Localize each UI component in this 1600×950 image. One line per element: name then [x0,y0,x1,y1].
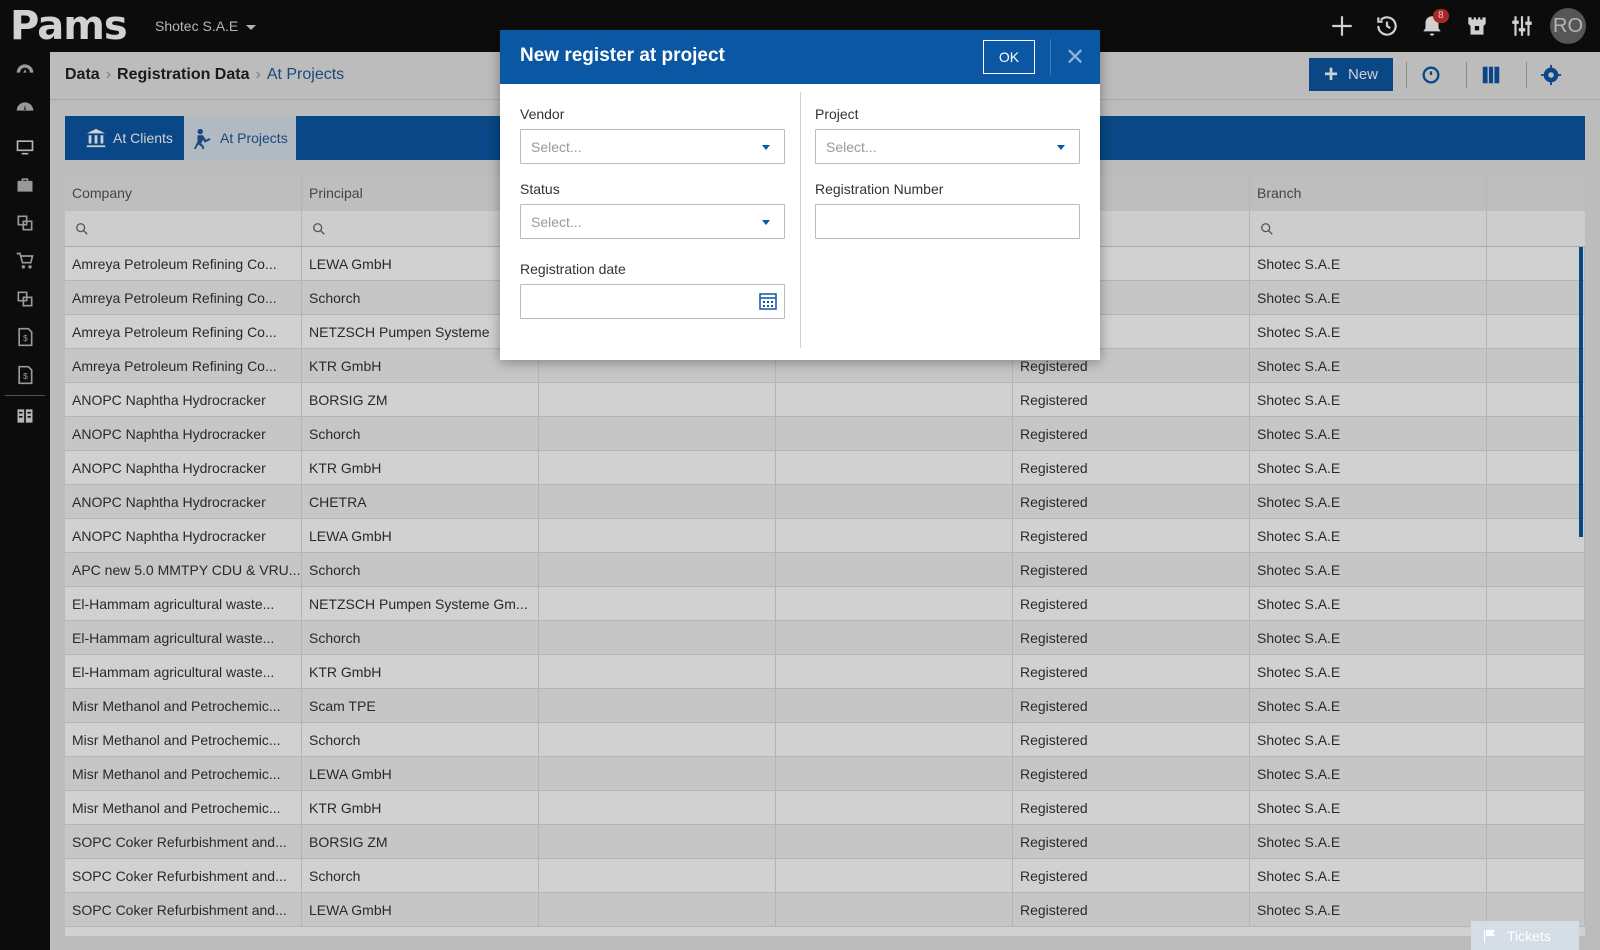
tickets-label: Tickets [1507,927,1551,944]
calendar-icon[interactable] [758,291,778,311]
close-icon[interactable]: ✕ [1060,42,1090,72]
registration-date-input[interactable] [520,284,785,319]
tickets-button[interactable]: Tickets [1471,921,1579,950]
status-select[interactable]: Select... [520,204,785,239]
status-placeholder: Select... [531,214,582,230]
project-select[interactable]: Select... [815,129,1080,164]
chevron-down-icon [762,220,770,225]
registration-number-label: Registration Number [815,181,944,197]
chevron-down-icon [762,145,770,150]
flag-icon [1471,921,1507,950]
ok-button[interactable]: OK [983,40,1035,74]
header-divider [1050,39,1051,75]
column-divider [800,92,801,348]
dialog-header: New register at project OK ✕ [500,30,1100,84]
dialog-title: New register at project [520,45,725,66]
dialog-body: Vendor Select... Status Select... Regist… [500,84,1100,360]
vendor-label: Vendor [520,106,565,122]
registration-date-label: Registration date [520,261,626,277]
chevron-down-icon [1057,145,1065,150]
vendor-select[interactable]: Select... [520,129,785,164]
project-label: Project [815,106,859,122]
status-label: Status [520,181,560,197]
vendor-placeholder: Select... [531,139,582,155]
project-placeholder: Select... [826,139,877,155]
registration-number-input[interactable] [815,204,1080,239]
new-register-dialog: New register at project OK ✕ Vendor Sele… [500,30,1100,360]
